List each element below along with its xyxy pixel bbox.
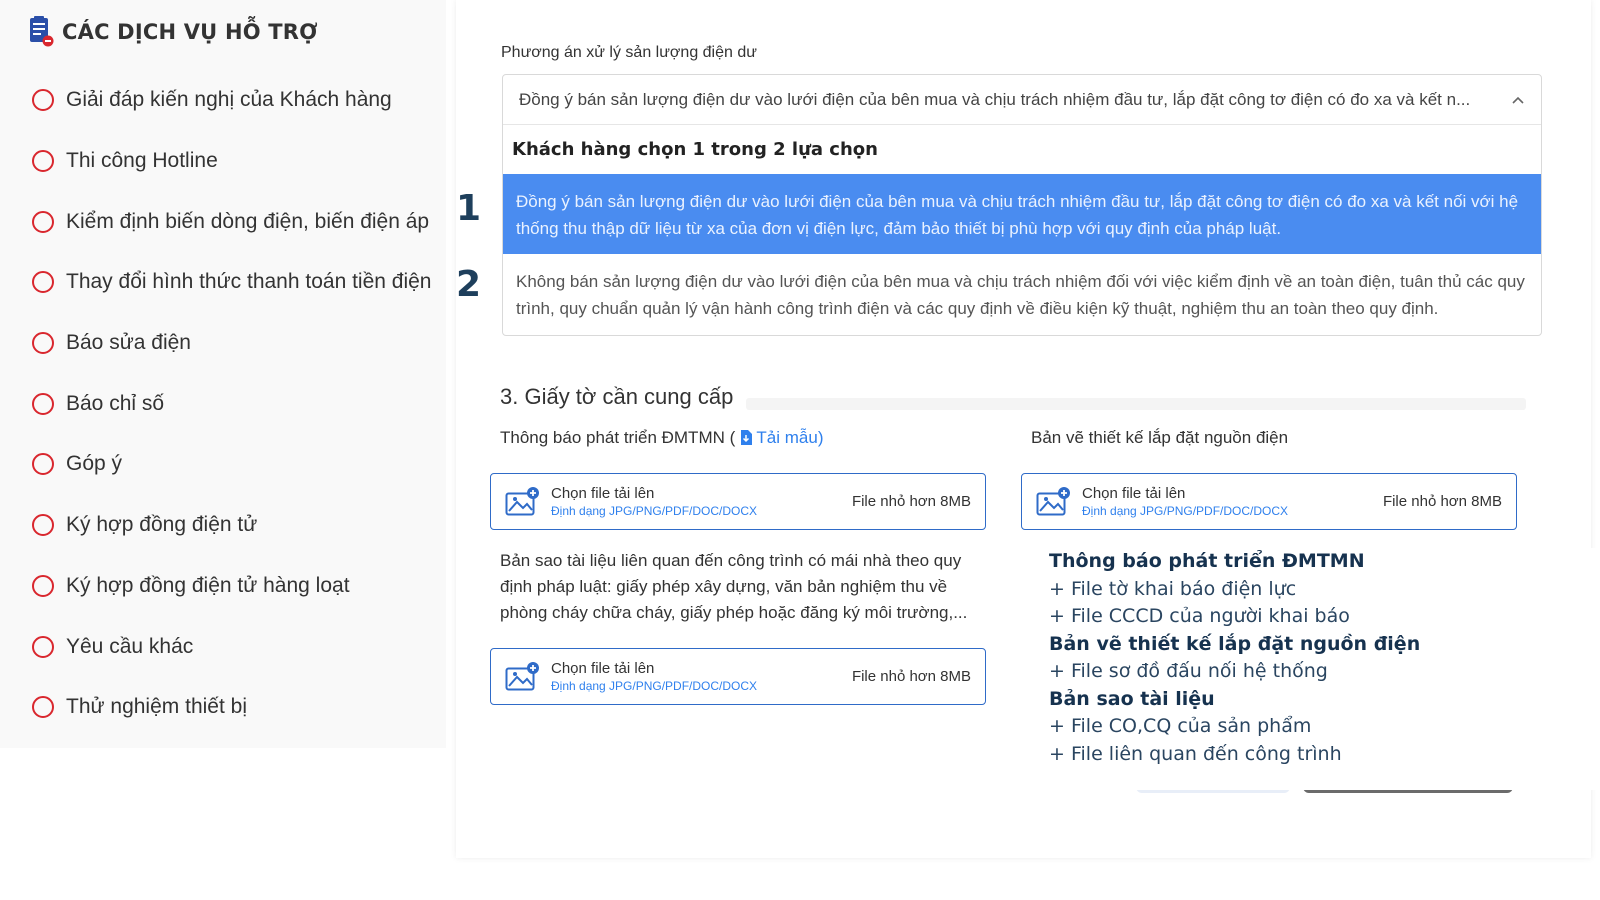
file-download-icon [741,430,752,445]
sidebar-item-label: Ký hợp đồng điện tử [66,513,258,537]
dropdown-option-1[interactable]: Đồng ý bán sản lượng điện dư vào lưới đi… [503,174,1541,254]
sidebar-item-bao-chi-so[interactable]: Báo chỉ số [32,373,431,434]
info-heading: Bản sao tài liệu [1049,687,1215,710]
section-divider [746,398,1526,410]
radio-circle-icon[interactable] [32,150,54,173]
selected-value-text: Đồng ý bán sản lượng điện dư vào lưới đi… [519,89,1471,109]
doc-title-design: Bản vẽ thiết kế lắp đặt nguồn điện [1031,428,1289,447]
upload-format-hint: Định dạng JPG/PNG/PDF/DOC/DOCX [551,503,758,518]
sidebar-item-giai-dap[interactable]: Giải đáp kiến nghị của Khách hàng [32,70,431,131]
sidebar-item-thanh-toan[interactable]: Thay đổi hình thức thanh toán tiền điện [32,252,431,313]
info-item: + File tờ khai báo điện lực [1049,577,1297,600]
option-group-title: Khách hàng chọn 1 trong 2 lựa chọn [512,139,878,160]
sidebar-header: CÁC DỊCH VỤ HỖ TRỢ [28,16,318,48]
radio-circle-icon[interactable] [32,210,54,233]
select-current-value[interactable]: Đồng ý bán sản lượng điện dư vào lưới đi… [503,75,1541,125]
sidebar-item-thu-nghiem[interactable]: Thử nghiệm thiết bị [32,677,431,738]
radio-circle-icon[interactable] [32,696,54,719]
info-item: + File CCCD của người khai báo [1049,605,1350,627]
sidebar-item-label: Giải đáp kiến nghị của Khách hàng [66,88,392,112]
upload-size-limit: File nhỏ hơn 8MB [851,493,971,510]
radio-circle-icon[interactable] [32,574,54,597]
info-item: + File CO,CQ của sản phẩm [1049,715,1312,737]
chevron-up-icon[interactable] [1511,93,1525,107]
doc-title-text: Thông báo phát triển ĐMTMN ( [500,428,736,447]
info-heading: Thông báo phát triển ĐMTMN [1049,550,1365,572]
radio-circle-icon[interactable] [32,635,54,658]
section-title-documents: 3. Giấy tờ cần cung cấp [500,384,734,409]
upload-size-limit: File nhỏ hơn 8MB [851,668,971,685]
image-upload-icon [505,486,539,515]
upload-building-docs[interactable]: Chọn file tải lên Định dạng JPG/PNG/PDF/… [490,648,986,705]
sidebar-item-label: Ký hợp đồng điện tử hàng loạt [66,573,350,597]
upload-title: Chọn file tải lên [551,659,655,677]
option-number-1: 1 [456,188,482,229]
upload-text: Chọn file tải lên Định dạng JPG/PNG/PDF/… [551,485,852,519]
option-number-2: 2 [456,264,482,305]
sidebar-item-label: Báo chỉ số [66,391,165,415]
doc-title-close-paren: ) [817,428,824,447]
radio-circle-icon[interactable] [32,271,54,294]
download-template-link[interactable]: Tải mẫu [740,428,818,447]
upload-text: Chọn file tải lên Định dạng JPG/PNG/PDF/… [551,660,852,694]
upload-format-hint: Định dạng JPG/PNG/PDF/DOC/DOCX [551,678,758,693]
sidebar-item-kiem-dinh[interactable]: Kiểm định biến dòng điện, biến điện áp [32,191,431,252]
radio-circle-icon[interactable] [32,514,54,537]
radio-circle-icon[interactable] [32,392,54,415]
dropdown-option-2[interactable]: Không bán sản lượng điện dư vào lưới điệ… [503,254,1541,334]
sidebar: CÁC DỊCH VỤ HỖ TRỢ Giải đáp kiến nghị củ… [0,0,446,748]
sidebar-item-label: Yêu cầu khác [66,634,194,658]
download-template-label: Tải mẫu [756,428,818,447]
sidebar-item-label: Thử nghiệm thiết bị [66,695,247,719]
upload-format-hint: Định dạng JPG/PNG/PDF/DOC/DOCX [1082,503,1289,518]
sidebar-item-label: Báo sửa điện [66,331,191,355]
service-document-icon [30,16,54,47]
upload-title: Chọn file tải lên [551,484,655,502]
sidebar-item-thi-cong-hotline[interactable]: Thi công Hotline [32,131,431,192]
sidebar-item-bao-sua-dien[interactable]: Báo sửa điện [32,313,431,374]
service-list: Giải đáp kiến nghị của Khách hàng Thi cô… [32,70,431,738]
sidebar-item-ky-hop-dong[interactable]: Ký hợp đồng điện tử [32,495,431,556]
surplus-option-dropdown[interactable]: Đồng ý bán sản lượng điện dư vào lưới đi… [502,74,1542,336]
upload-design[interactable]: Chọn file tải lên Định dạng JPG/PNG/PDF/… [1021,473,1517,530]
radio-circle-icon[interactable] [32,453,54,476]
sidebar-item-gop-y[interactable]: Góp ý [32,434,431,495]
radio-circle-icon[interactable] [32,332,54,355]
image-upload-icon [505,661,539,690]
sidebar-item-ky-hop-dong-hang-loat[interactable]: Ký hợp đồng điện tử hàng loạt [32,556,431,617]
sidebar-item-yeu-cau-khac[interactable]: Yêu cầu khác [32,616,431,677]
info-heading: Bản vẽ thiết kế lắp đặt nguồn điện [1049,632,1421,655]
sidebar-item-label: Thay đổi hình thức thanh toán tiền điện [66,270,432,294]
upload-size-limit: File nhỏ hơn 8MB [1382,493,1502,510]
info-item: + File sơ đồ đấu nối hệ thống [1049,660,1328,682]
sidebar-item-label: Góp ý [66,452,123,476]
upload-text: Chọn file tải lên Định dạng JPG/PNG/PDF/… [1082,485,1383,519]
field-label-surplus-option: Phương án xử lý sản lượng điện dư [501,44,757,61]
sidebar-title: CÁC DỊCH VỤ HỖ TRỢ [62,20,318,44]
required-files-info: Thông báo phát triển ĐMTMN + File tờ kha… [1037,548,1600,790]
info-item: + File liên quan đến công trình [1049,742,1342,765]
radio-circle-icon[interactable] [32,89,54,112]
image-upload-icon [1036,486,1070,515]
doc-title-building-docs: Bản sao tài liệu liên quan đến công trìn… [500,551,968,622]
upload-dmtmn[interactable]: Chọn file tải lên Định dạng JPG/PNG/PDF/… [490,473,986,530]
doc-title-dmtmn: Thông báo phát triển ĐMTMN ( Tải mẫu) [500,428,824,448]
sidebar-item-label: Kiểm định biến dòng điện, biến điện áp [66,209,430,233]
upload-title: Chọn file tải lên [1082,484,1186,502]
sidebar-item-label: Thi công Hotline [66,149,218,173]
